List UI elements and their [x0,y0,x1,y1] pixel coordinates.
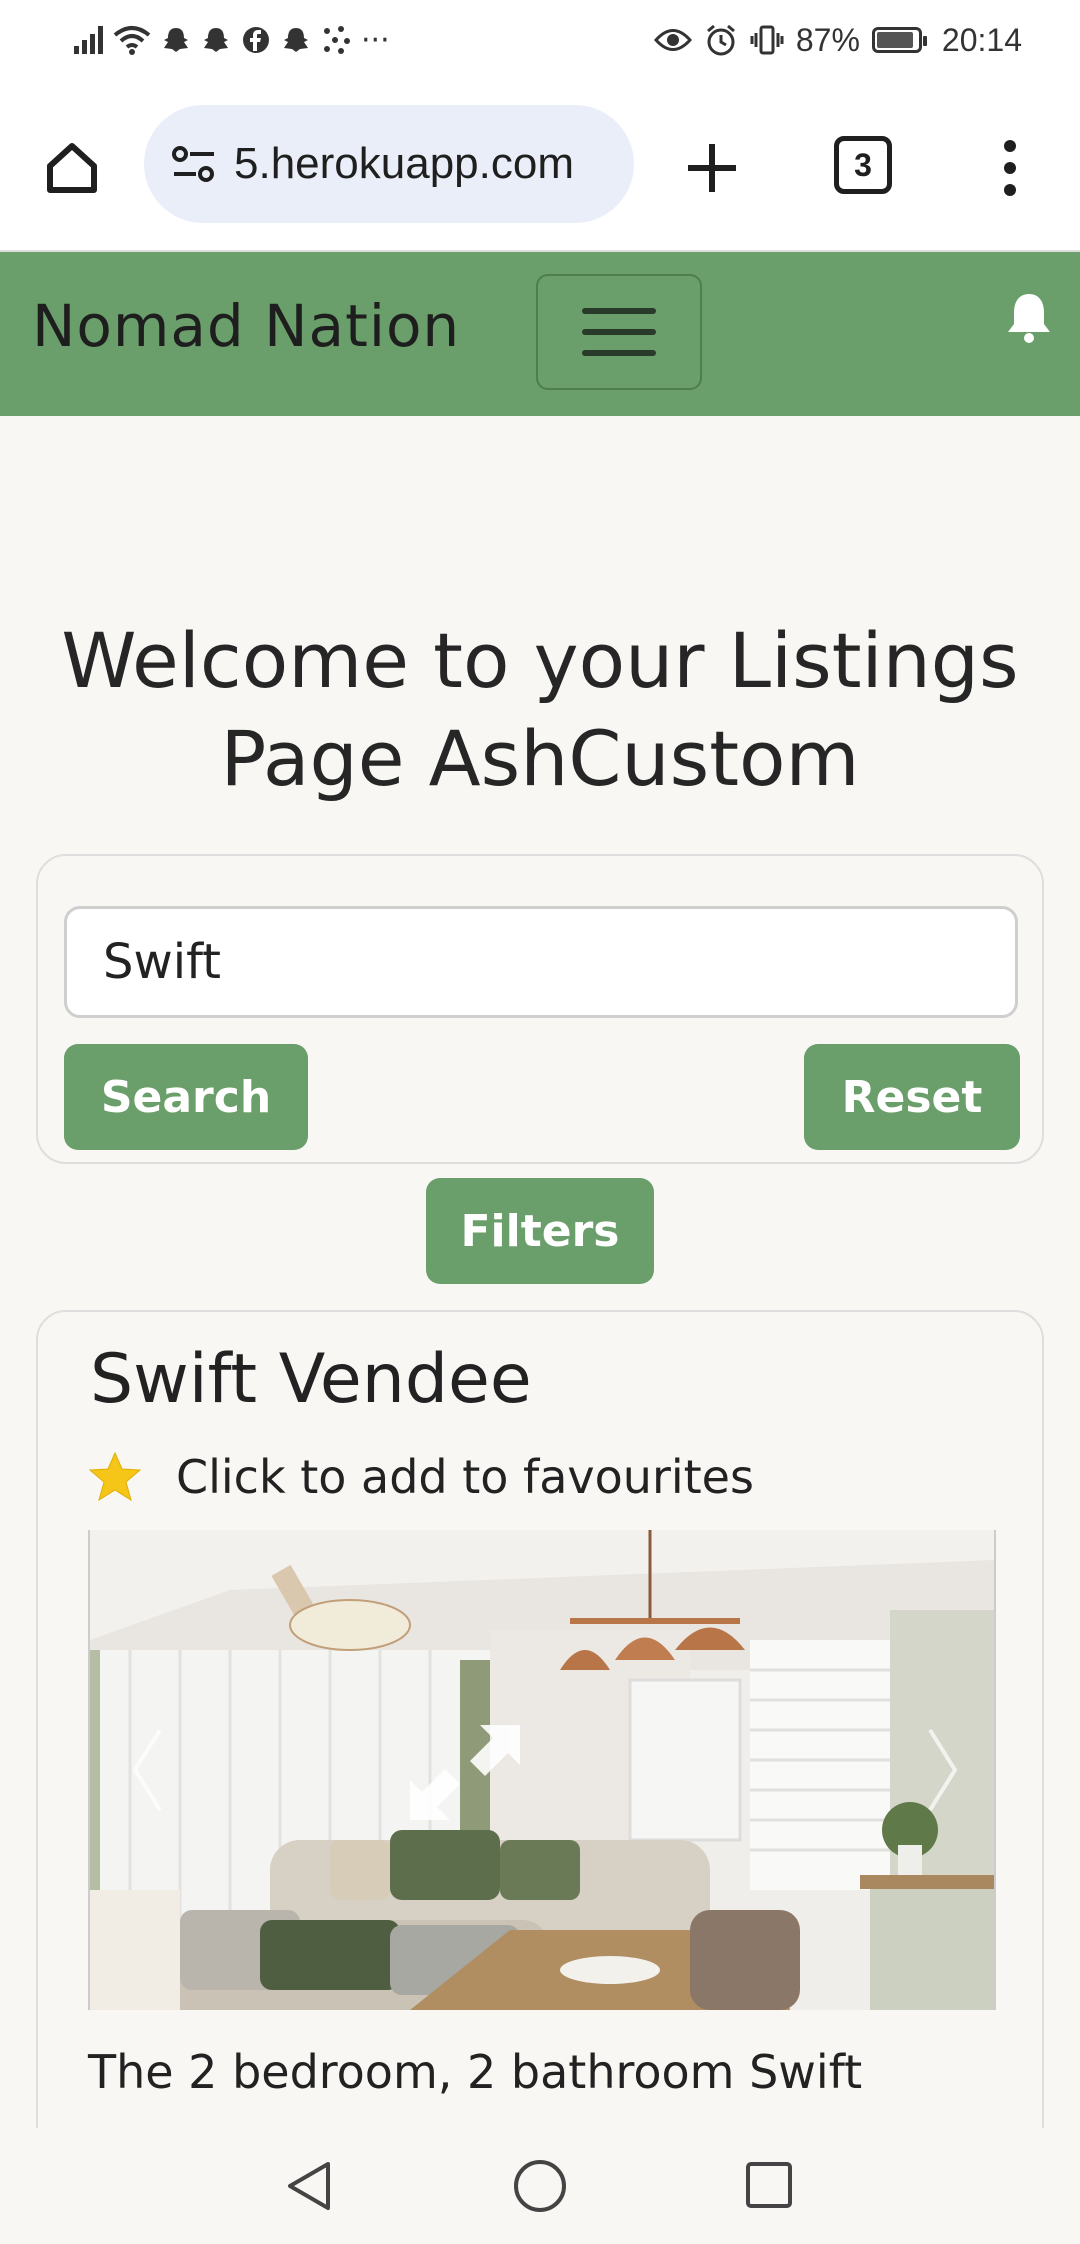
filters-button[interactable]: Filters [426,1178,654,1284]
home-button[interactable] [36,132,108,204]
clock: 20:14 [941,21,1022,58]
snapchat-icon [164,28,188,52]
eye-icon [653,29,692,51]
snapchat-icon [204,28,228,52]
new-tab-button[interactable] [676,132,748,204]
favourite-toggle[interactable]: Click to add to favourites [88,1450,754,1504]
facebook-icon [243,27,269,53]
back-icon[interactable] [284,2158,334,2214]
battery-icon [871,27,927,53]
listing-card: Swift Vendee Click to add to favourites [36,1310,1044,2210]
listing-photo [90,1530,994,2010]
listing-image-carousel[interactable] [88,1530,996,2010]
favourite-label[interactable]: Click to add to favourites [176,1450,754,1504]
vibrate-icon [750,25,784,55]
listing-description: The 2 bedroom, 2 bathroom Swift [88,2045,863,2099]
url-text: 5.herokuapp.com [234,139,574,188]
status-left-icons: ··· [74,18,390,62]
bell-icon[interactable] [1004,290,1054,346]
recents-icon[interactable] [744,2160,794,2210]
snapchat-icon [284,28,308,52]
dots-icon [324,26,350,54]
browser-menu-button[interactable] [990,132,1030,204]
listing-title: Swift Vendee [90,1340,532,1419]
site-navbar: Nomad Nation [0,252,1080,416]
page-title: Welcome to your Listings Page AshCustom [61,616,1019,803]
search-panel: Search Reset [36,854,1044,1164]
alarm-icon [706,24,735,56]
browser-toolbar: 5.herokuapp.com 3 [0,80,1080,252]
status-right-icons: 87% 20:14 [653,18,1022,62]
address-bar[interactable]: 5.herokuapp.com [144,105,634,223]
tab-switcher-button[interactable]: 3 [834,136,892,194]
search-input[interactable] [64,906,1018,1018]
home-icon [47,143,97,193]
system-navigation-bar [0,2128,1080,2244]
brand-logo-text[interactable]: Nomad Nation [32,292,460,360]
nav-menu-toggle-button[interactable] [536,274,702,390]
reset-button[interactable]: Reset [804,1044,1020,1150]
more-notifications-indicator: ··· [361,22,390,58]
wifi-icon [113,26,151,55]
star-icon[interactable] [88,1451,142,1503]
home-nav-icon[interactable] [512,2158,568,2214]
plus-icon [688,144,736,192]
battery-percent: 87% [795,21,860,58]
search-button[interactable]: Search [64,1044,308,1150]
signal-icon [74,26,103,54]
status-bar: ··· 87% 20:14 [0,0,1080,80]
site-settings-icon[interactable] [168,138,220,190]
